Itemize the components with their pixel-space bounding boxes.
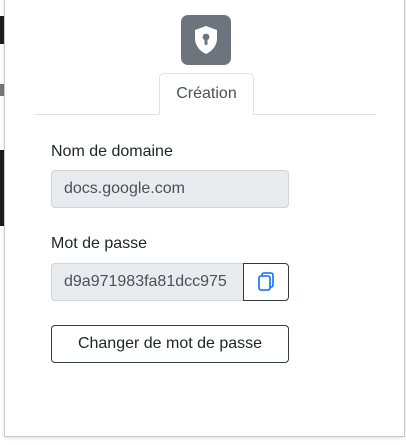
password-label: Mot de passe (51, 235, 148, 252)
copy-icon (258, 272, 274, 291)
tab-label: Création (176, 85, 237, 102)
extension-popup: Création Nom de domaine Mot de passe Cha… (4, 0, 405, 437)
domain-label: Nom de domaine (51, 143, 173, 160)
shield-keyhole-icon (195, 26, 217, 54)
app-logo (181, 15, 231, 65)
password-field[interactable] (51, 263, 244, 301)
tab-bar: Création (34, 73, 376, 115)
domain-field[interactable] (51, 170, 289, 208)
change-password-button[interactable]: Changer de mot de passe (51, 325, 289, 363)
tab-creation[interactable]: Création (159, 73, 254, 115)
copy-password-button[interactable] (243, 263, 289, 301)
